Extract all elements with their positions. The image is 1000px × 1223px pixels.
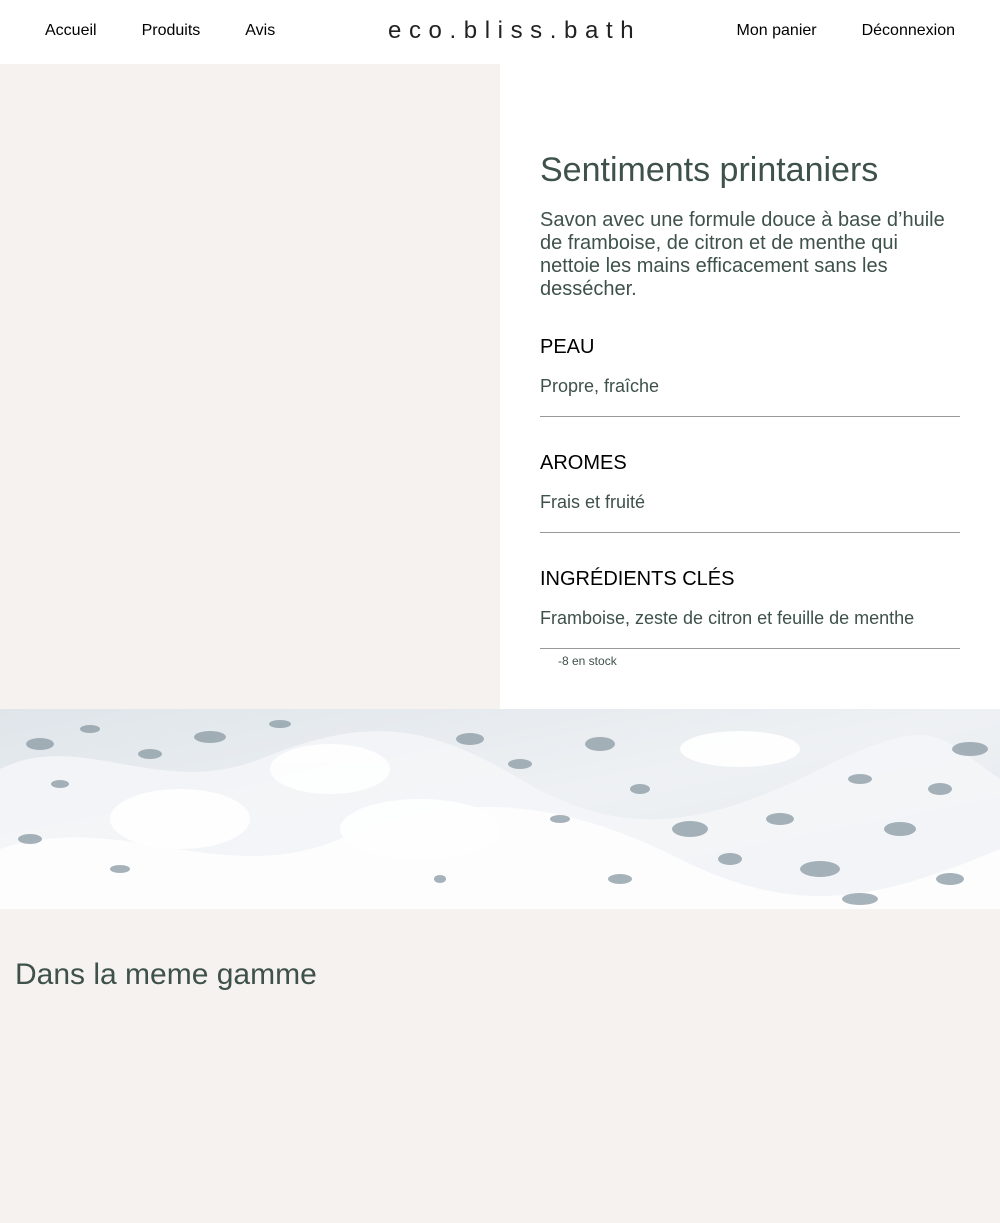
foam-banner-image [0,709,1000,909]
detail-skin: PEAU Propre, fraîche [540,336,960,417]
nav-link-avis[interactable]: Avis [245,22,275,40]
detail-heading-ingredients: INGRÉDIENTS CLÉS [540,568,735,590]
detail-text-ingredients: Framboise, zeste de citron et feuille de… [540,608,915,628]
nav-right: Mon panier Déconnexion [737,22,955,40]
detail-text-aromas: Frais et fruité [540,492,646,512]
product-section: Sentiments printaniers Savon avec une fo… [0,64,1000,709]
top-navigation: Accueil Produits Avis eco.bliss.bath Mon… [0,0,1000,64]
site-logo[interactable]: eco.bliss.bath [388,17,641,45]
detail-heading-skin: PEAU [540,336,595,358]
detail-heading-aromas: AROMES [540,452,627,474]
product-info: Sentiments printaniers Savon avec une fo… [500,64,1000,709]
nav-link-cart[interactable]: Mon panier [737,22,817,40]
nav-link-produits[interactable]: Produits [142,22,201,40]
detail-aromas: AROMES Frais et fruité [540,452,960,533]
foam-texture [0,709,1000,909]
same-range-section: Dans la meme gamme [0,909,1000,1223]
detail-text-skin: Propre, fraîche [540,376,660,396]
nav-link-accueil[interactable]: Accueil [45,22,97,40]
detail-ingredients: INGRÉDIENTS CLÉS Framboise, zeste de cit… [540,568,960,649]
nav-left: Accueil Produits Avis [45,22,275,40]
nav-link-logout[interactable]: Déconnexion [862,22,955,40]
same-range-title: Dans la meme gamme [15,958,317,991]
product-title: Sentiments printaniers [540,151,879,189]
stock-count: -8 en stock [558,654,617,668]
product-image [0,64,500,709]
product-description: Savon avec une formule douce à base d’hu… [540,209,945,300]
